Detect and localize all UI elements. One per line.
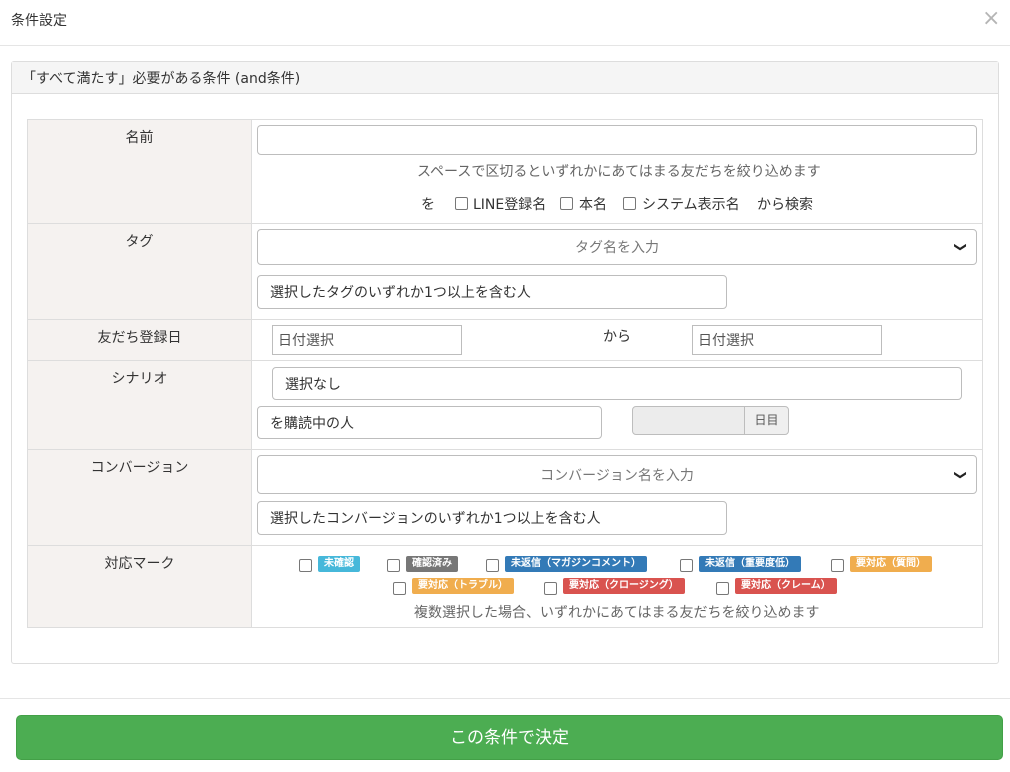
conversion-select[interactable]: コンバージョン名を入力 ❯	[257, 455, 977, 494]
mark-checkbox[interactable]	[393, 582, 406, 595]
conditions-table: 名前 スペースで区切るといずれかにあてはまる友だちを絞り込めます を LINE登…	[27, 119, 983, 628]
mark-checkbox[interactable]	[716, 582, 729, 595]
tag-mode-select[interactable]: 選択したタグのいずれか1つ以上を含む人	[257, 275, 727, 309]
mark-checkbox[interactable]	[831, 559, 844, 572]
scenario-select[interactable]: 選択なし	[272, 367, 962, 400]
mark-checkbox[interactable]	[680, 559, 693, 572]
conversion-mode-select[interactable]: 選択したコンバージョンのいずれか1つ以上を含む人	[257, 501, 727, 535]
mark-badge: 要対応（質問）	[850, 556, 932, 572]
row-content: 未確認 確認済み 未返信（マガジンコメント） 未返信（重要度低） 要対応（質問）…	[251, 545, 983, 628]
row-label: 対応マーク	[27, 545, 252, 628]
row-label: 名前	[27, 119, 252, 224]
name-input[interactable]	[257, 125, 977, 155]
chevron-down-icon: ❯	[953, 241, 968, 253]
close-icon[interactable]: ×	[982, 6, 1000, 32]
row-marks: 対応マーク 未確認 確認済み 未返信（マガジンコメント） 未返信（重要度低） 要…	[27, 545, 983, 628]
name-hint: スペースで区切るといずれかにあてはまる友だちを絞り込めます	[417, 164, 821, 180]
row-content: タグ名を入力 ❯ 選択したタグのいずれか1つ以上を含む人	[251, 223, 983, 320]
row-content: コンバージョン名を入力 ❯ 選択したコンバージョンのいずれか1つ以上を含む人	[251, 449, 983, 546]
tag-select[interactable]: タグ名を入力 ❯	[257, 229, 977, 265]
date-between-label: から	[603, 329, 631, 345]
modal-header: 条件設定 ×	[0, 0, 1010, 46]
row-content: 選択なし を購読中の人 日目	[251, 360, 983, 450]
marks-hint: 複数選択した場合、いずれかにあてはまる友だちを絞り込めます	[414, 605, 820, 621]
footer-divider	[0, 698, 1010, 699]
real-name-label: 本名	[579, 197, 607, 213]
system-name-label: システム表示名	[642, 197, 740, 213]
date-from-input[interactable]: 日付選択	[272, 325, 462, 355]
row-scenario: シナリオ 選択なし を購読中の人 日目	[27, 360, 983, 450]
date-to-input[interactable]: 日付選択	[692, 325, 882, 355]
row-conversion: コンバージョン コンバージョン名を入力 ❯ 選択したコンバージョンのいずれか1つ…	[27, 449, 983, 546]
name-prefix: を	[421, 197, 435, 213]
scenario-mode-select[interactable]: を購読中の人	[257, 406, 602, 439]
modal-title: 条件設定	[11, 13, 67, 29]
mark-badge: 要対応（クロージング）	[563, 578, 685, 594]
row-content: スペースで区切るといずれかにあてはまる友だちを絞り込めます を LINE登録名 …	[251, 119, 983, 224]
mark-badge: 未返信（マガジンコメント）	[505, 556, 647, 572]
line-name-checkbox[interactable]	[455, 197, 468, 210]
row-name: 名前 スペースで区切るといずれかにあてはまる友だちを絞り込めます を LINE登…	[27, 119, 983, 224]
mark-checkbox[interactable]	[486, 559, 499, 572]
and-conditions-panel: 「すべて満たす」必要がある条件 (and条件) 名前 スペースで区切るといずれか…	[11, 61, 999, 664]
row-content: 日付選択 から 日付選択	[251, 319, 983, 361]
mark-checkbox[interactable]	[387, 559, 400, 572]
row-friend-date: 友だち登録日 日付選択 から 日付選択	[27, 319, 983, 361]
row-label: シナリオ	[27, 360, 252, 450]
panel-title: 「すべて満たす」必要がある条件 (and条件)	[22, 71, 301, 87]
real-name-checkbox[interactable]	[560, 197, 573, 210]
mark-badge: 要対応（トラブル）	[412, 578, 514, 594]
name-suffix: から検索	[757, 197, 813, 213]
row-tag: タグ タグ名を入力 ❯ 選択したタグのいずれか1つ以上を含む人	[27, 223, 983, 320]
row-label: 友だち登録日	[27, 319, 252, 361]
panel-header: 「すべて満たす」必要がある条件 (and条件)	[12, 62, 998, 94]
mark-badge: 未確認	[318, 556, 360, 572]
chevron-down-icon: ❯	[953, 469, 968, 480]
line-name-label: LINE登録名	[473, 197, 547, 213]
row-label: コンバージョン	[27, 449, 252, 546]
system-name-checkbox[interactable]	[623, 197, 636, 210]
mark-checkbox[interactable]	[299, 559, 312, 572]
days-unit-addon: 日目	[744, 406, 789, 435]
scenario-days-input[interactable]	[632, 406, 745, 435]
mark-badge: 確認済み	[406, 556, 458, 572]
mark-badge: 未返信（重要度低）	[699, 556, 801, 572]
row-label: タグ	[27, 223, 252, 320]
mark-badge: 要対応（クレーム）	[735, 578, 837, 594]
mark-checkbox[interactable]	[544, 582, 557, 595]
submit-button[interactable]: この条件で決定	[16, 715, 1003, 760]
